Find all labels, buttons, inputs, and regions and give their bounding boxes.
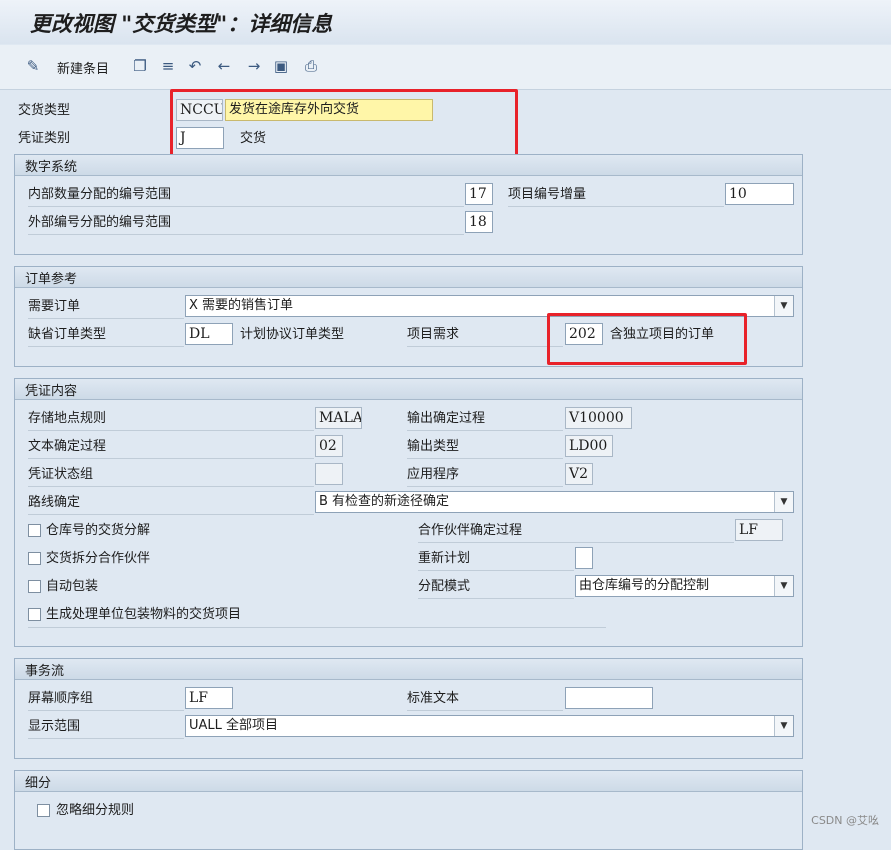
item-increment-label: 项目编号增量 [508, 187, 587, 202]
storage-location-rule-label: 存储地点规则 [28, 411, 107, 426]
internal-number-range-label: 内部数量分配的编号范围 [28, 187, 172, 202]
glasses-icon[interactable]: ✎ [23, 56, 43, 76]
application-field[interactable]: V2 [565, 463, 593, 485]
automatic-packing-checkbox[interactable] [28, 580, 41, 593]
reschedule-label: 重新计划 [418, 551, 471, 566]
standard-text-label: 标准文本 [407, 691, 460, 706]
ignore-breakdown-rules-checkbox[interactable] [37, 804, 50, 817]
distribution-mode-label: 分配模式 [418, 579, 471, 594]
output-determination-procedure-label: 输出确定过程 [407, 411, 486, 426]
ignore-breakdown-rules-label: 忽略细分规则 [56, 803, 135, 818]
chevron-down-icon[interactable]: ▼ [774, 576, 793, 596]
reschedule-field[interactable] [575, 547, 593, 569]
transaction-flow-title: 事务流 [25, 664, 65, 679]
output-determination-procedure-field[interactable]: V10000 [565, 407, 632, 429]
distribution-mode-dropdown[interactable]: 由仓库编号的分配控制 ▼ [575, 575, 794, 597]
route-determination-label: 路线确定 [28, 495, 81, 510]
standard-text-field[interactable] [565, 687, 653, 709]
output-type-label: 输出类型 [407, 439, 460, 454]
item-increment-field[interactable]: 10 [725, 183, 794, 205]
split-by-warehouse-checkbox[interactable] [28, 524, 41, 537]
chevron-down-icon[interactable]: ▼ [774, 716, 793, 736]
generate-hu-packaging-items-label: 生成处理单位包装物料的交货项目 [46, 607, 242, 622]
chevron-down-icon[interactable]: ▼ [774, 492, 793, 512]
document-status-group-field[interactable] [315, 463, 343, 485]
next-entry-icon[interactable]: → [244, 56, 264, 76]
automatic-packing-label: 自动包装 [46, 579, 99, 594]
delivery-split-partner-label: 交货拆分合作伙伴 [46, 551, 151, 566]
transaction-flow-group: 事务流 [14, 658, 803, 759]
output-type-field[interactable]: LD00 [565, 435, 613, 457]
storage-location-rule-field[interactable]: MALA [315, 407, 362, 429]
breakdown-title: 细分 [25, 776, 52, 791]
chevron-down-icon[interactable]: ▼ [774, 296, 793, 316]
display-range-dropdown[interactable]: UALL 全部项目 ▼ [185, 715, 794, 737]
external-number-range-field[interactable]: 18 [465, 211, 493, 233]
text-determination-procedure-field[interactable]: 02 [315, 435, 343, 457]
new-entries-button[interactable]: 新建条目 [57, 58, 109, 77]
delete-icon[interactable]: ≡ [158, 56, 178, 76]
external-number-range-label: 外部编号分配的编号范围 [28, 215, 172, 230]
partner-determination-procedure-field[interactable]: LF [735, 519, 783, 541]
partner-determination-procedure-label: 合作伙伴确定过程 [418, 523, 523, 538]
previous-entry-icon[interactable]: ← [214, 56, 234, 76]
scheduling-agreement-order-type-label: 计划协议订单类型 [240, 327, 345, 342]
default-order-type-field[interactable]: DL [185, 323, 233, 345]
internal-number-range-field[interactable]: 17 [465, 183, 493, 205]
number-system-group: 数字系统 [14, 154, 803, 255]
page-title: 更改视图 "交货类型"：详细信息 [30, 11, 333, 36]
screen-sequence-group-label: 屏幕顺序组 [28, 691, 94, 706]
generate-hu-packaging-items-checkbox[interactable] [28, 608, 41, 621]
copy-icon[interactable]: ❐ [130, 56, 150, 76]
order-reference-title: 订单参考 [25, 272, 78, 287]
item-requirement-label: 项目需求 [407, 327, 460, 342]
application-label: 应用程序 [407, 467, 460, 482]
watermark: CSDN @艾吆 [811, 814, 879, 827]
screen-sequence-group-field[interactable]: LF [185, 687, 233, 709]
document-status-group-label: 凭证状态组 [28, 467, 94, 482]
split-by-warehouse-label: 仓库号的交货分解 [46, 523, 151, 538]
undo-icon[interactable]: ↶ [185, 56, 205, 76]
print-icon[interactable]: ⎙ [301, 56, 321, 76]
document-category-label: 凭证类别 [18, 131, 71, 146]
route-determination-dropdown[interactable]: B 有检查的新途径确定 ▼ [315, 491, 794, 513]
highlight-box-header [170, 89, 518, 160]
delivery-split-partner-checkbox[interactable] [28, 552, 41, 565]
document-content-title: 凭证内容 [25, 384, 78, 399]
display-range-label: 显示范围 [28, 719, 81, 734]
number-system-title: 数字系统 [25, 160, 78, 175]
order-required-label: 需要订单 [28, 299, 81, 314]
default-order-type-label: 缺省订单类型 [28, 327, 107, 342]
highlight-box-item-requirement [547, 313, 747, 365]
delivery-type-label: 交货类型 [18, 103, 71, 118]
select-block-icon[interactable]: ▣ [271, 56, 291, 76]
text-determination-procedure-label: 文本确定过程 [28, 439, 107, 454]
